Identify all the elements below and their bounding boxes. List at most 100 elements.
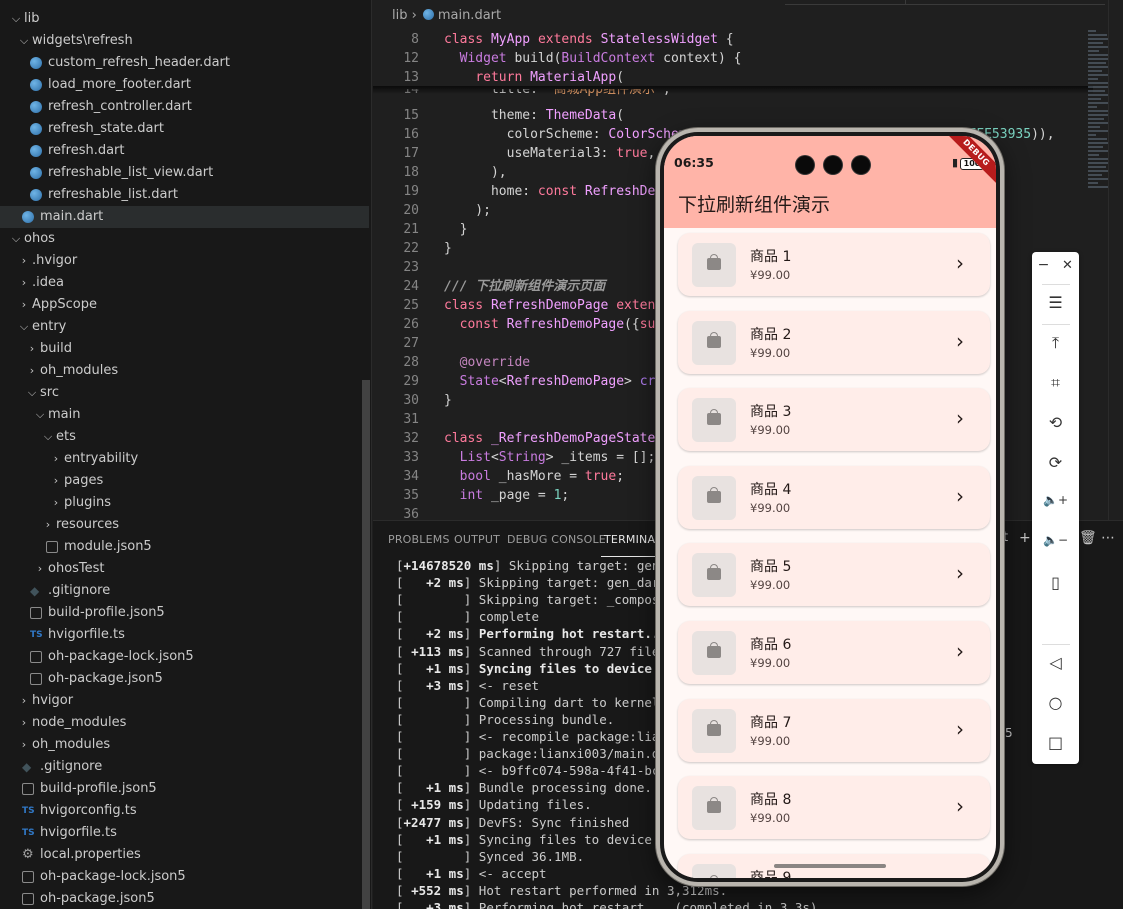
product-card[interactable]: 商品 4 ¥99.00 › (678, 465, 990, 529)
chevron-down-icon[interactable]: ⌵ (10, 8, 22, 30)
chevron-right-icon[interactable]: › (50, 492, 62, 514)
file-item[interactable]: TS hvigorfile.ts (0, 822, 369, 844)
chevron-right-icon[interactable]: › (956, 717, 964, 741)
code-line[interactable]: 13 return MaterialApp( (373, 68, 1093, 87)
file-item[interactable]: refresh_controller.dart (0, 96, 369, 118)
folder-item[interactable]: › pages (0, 470, 369, 492)
breadcrumb-folder[interactable]: lib (392, 8, 407, 23)
chevron-down-icon[interactable]: ⌵ (18, 316, 30, 338)
chevron-down-icon[interactable]: ⌵ (42, 426, 54, 448)
folder-item[interactable]: ⌵ ets (0, 426, 369, 448)
rotate-left-icon[interactable]: ⟲ (1032, 413, 1079, 432)
chevron-down-icon[interactable]: ⌵ (10, 228, 22, 250)
breadcrumb[interactable]: lib › main.dart (392, 8, 501, 23)
volume-down-icon[interactable]: 🔈− (1032, 533, 1079, 547)
folder-item[interactable]: › .hvigor (0, 250, 369, 272)
product-card[interactable]: 商品 7 ¥99.00 › (678, 698, 990, 762)
chevron-right-icon[interactable]: › (42, 514, 54, 536)
code-line[interactable]: 12 Widget build(BuildContext context) { (373, 49, 1093, 68)
file-item[interactable]: oh-package.json5 (0, 668, 369, 690)
back-icon[interactable]: ◁ (1032, 653, 1079, 672)
home-icon[interactable]: ○ (1032, 693, 1079, 712)
product-card[interactable]: 商品 8 ¥99.00 › (678, 776, 990, 840)
recents-icon[interactable]: □ (1032, 733, 1079, 752)
editor-scrollbar[interactable] (1108, 0, 1122, 520)
crop-icon[interactable]: ⌗ (1032, 373, 1079, 393)
file-item[interactable]: custom_refresh_header.dart (0, 52, 369, 74)
tab-debug-console[interactable]: DEBUG CONSOLE (507, 533, 606, 546)
product-card[interactable]: 商品 6 ¥99.00 › (678, 621, 990, 684)
chevron-right-icon[interactable]: › (18, 294, 30, 316)
product-card[interactable]: 商品 3 ¥99.00 › (678, 388, 990, 452)
folder-item[interactable]: › build (0, 338, 369, 360)
file-item[interactable]: ◆ .gitignore (0, 756, 369, 778)
file-item[interactable]: TS hvigorconfig.ts (0, 800, 369, 822)
file-item[interactable]: TS hvigorfile.ts (0, 624, 369, 646)
chevron-right-icon[interactable]: › (956, 484, 964, 508)
chevron-down-icon[interactable]: ⌵ (34, 404, 46, 426)
new-terminal-icon[interactable]: + (1019, 530, 1031, 546)
breadcrumb-file[interactable]: main.dart (438, 8, 501, 23)
shake-icon[interactable]: ▯ (1032, 573, 1079, 592)
device-screen[interactable]: 06:35 ▮ 100 DEBUG 下拉刷新组件演示 商品 1 ¥99.00 › 商品… (664, 136, 996, 878)
folder-item[interactable]: ⌵ src (0, 382, 369, 404)
file-item[interactable]: refreshable_list_view.dart (0, 162, 369, 184)
chevron-right-icon[interactable]: › (956, 406, 964, 430)
product-card[interactable]: 商品 1 ¥99.00 › (678, 233, 990, 296)
file-item[interactable]: main.dart (0, 206, 369, 228)
file-item[interactable]: oh-package-lock.json5 (0, 866, 369, 888)
home-indicator[interactable] (774, 864, 886, 868)
file-item[interactable]: ⚙ local.properties (0, 844, 369, 866)
folder-item[interactable]: ⌵ main (0, 404, 369, 426)
folder-item[interactable]: › plugins (0, 492, 369, 514)
product-card[interactable]: 商品 5 ¥99.00 › (678, 543, 990, 607)
file-item[interactable]: build-profile.json5 (0, 602, 369, 624)
more-actions-icon[interactable]: ⋯ (1101, 530, 1115, 546)
chevron-down-icon[interactable]: ⌵ (18, 30, 30, 52)
menu-icon[interactable]: ☰ (1032, 293, 1079, 312)
explorer-scrollbar[interactable] (362, 380, 370, 909)
file-item[interactable]: module.json5 (0, 536, 369, 558)
file-item[interactable]: load_more_footer.dart (0, 74, 369, 96)
chevron-down-icon[interactable]: ⌵ (26, 382, 38, 404)
chevron-right-icon[interactable]: › (18, 272, 30, 294)
chevron-right-icon[interactable]: › (956, 639, 964, 663)
chevron-right-icon[interactable]: › (956, 872, 964, 878)
tab-terminal[interactable]: TERMINAL (604, 533, 662, 546)
code-line[interactable]: 8 class MyApp extends StatelessWidget { (373, 30, 1093, 49)
chevron-right-icon[interactable]: › (956, 561, 964, 585)
file-item[interactable]: ◆ .gitignore (0, 580, 369, 602)
folder-item[interactable]: ⌵ widgets\refresh (0, 30, 369, 52)
chevron-right-icon[interactable]: › (50, 448, 62, 470)
tab-problems[interactable]: PROBLEMS (388, 533, 450, 546)
file-item[interactable]: build-profile.json5 (0, 778, 369, 800)
chevron-right-icon[interactable]: › (26, 360, 38, 382)
chevron-right-icon[interactable]: › (18, 712, 30, 734)
folder-item[interactable]: ⌵ lib (0, 8, 369, 30)
file-item[interactable]: refresh.dart (0, 140, 369, 162)
tab-output[interactable]: OUTPUT (454, 533, 500, 546)
folder-item[interactable]: › ohosTest (0, 558, 369, 580)
chevron-right-icon[interactable]: › (18, 734, 30, 756)
folder-item[interactable]: › node_modules (0, 712, 369, 734)
rotate-right-icon[interactable]: ⟳ (1032, 453, 1079, 472)
chevron-right-icon[interactable]: › (956, 251, 964, 275)
chevron-right-icon[interactable]: › (26, 338, 38, 360)
folder-item[interactable]: › hvigor (0, 690, 369, 712)
chevron-right-icon[interactable]: › (956, 794, 964, 818)
folder-item[interactable]: › AppScope (0, 294, 369, 316)
folder-item[interactable]: › resources (0, 514, 369, 536)
chevron-right-icon[interactable]: › (18, 690, 30, 712)
chevron-right-icon[interactable]: › (34, 558, 46, 580)
folder-item[interactable]: ⌵ entry (0, 316, 369, 338)
folder-item[interactable]: › oh_modules (0, 360, 369, 382)
pin-top-icon[interactable]: ⤒ (1032, 333, 1079, 353)
file-item[interactable]: refreshable_list.dart (0, 184, 369, 206)
code-line[interactable]: 15 theme: ThemeData( (373, 106, 1093, 125)
folder-item[interactable]: ⌵ ohos (0, 228, 369, 250)
folder-item[interactable]: › .idea (0, 272, 369, 294)
product-card[interactable]: 商品 2 ¥99.00 › (678, 310, 990, 374)
file-item[interactable]: oh-package-lock.json5 (0, 646, 369, 668)
folder-item[interactable]: › oh_modules (0, 734, 369, 756)
file-item[interactable]: refresh_state.dart (0, 118, 369, 140)
